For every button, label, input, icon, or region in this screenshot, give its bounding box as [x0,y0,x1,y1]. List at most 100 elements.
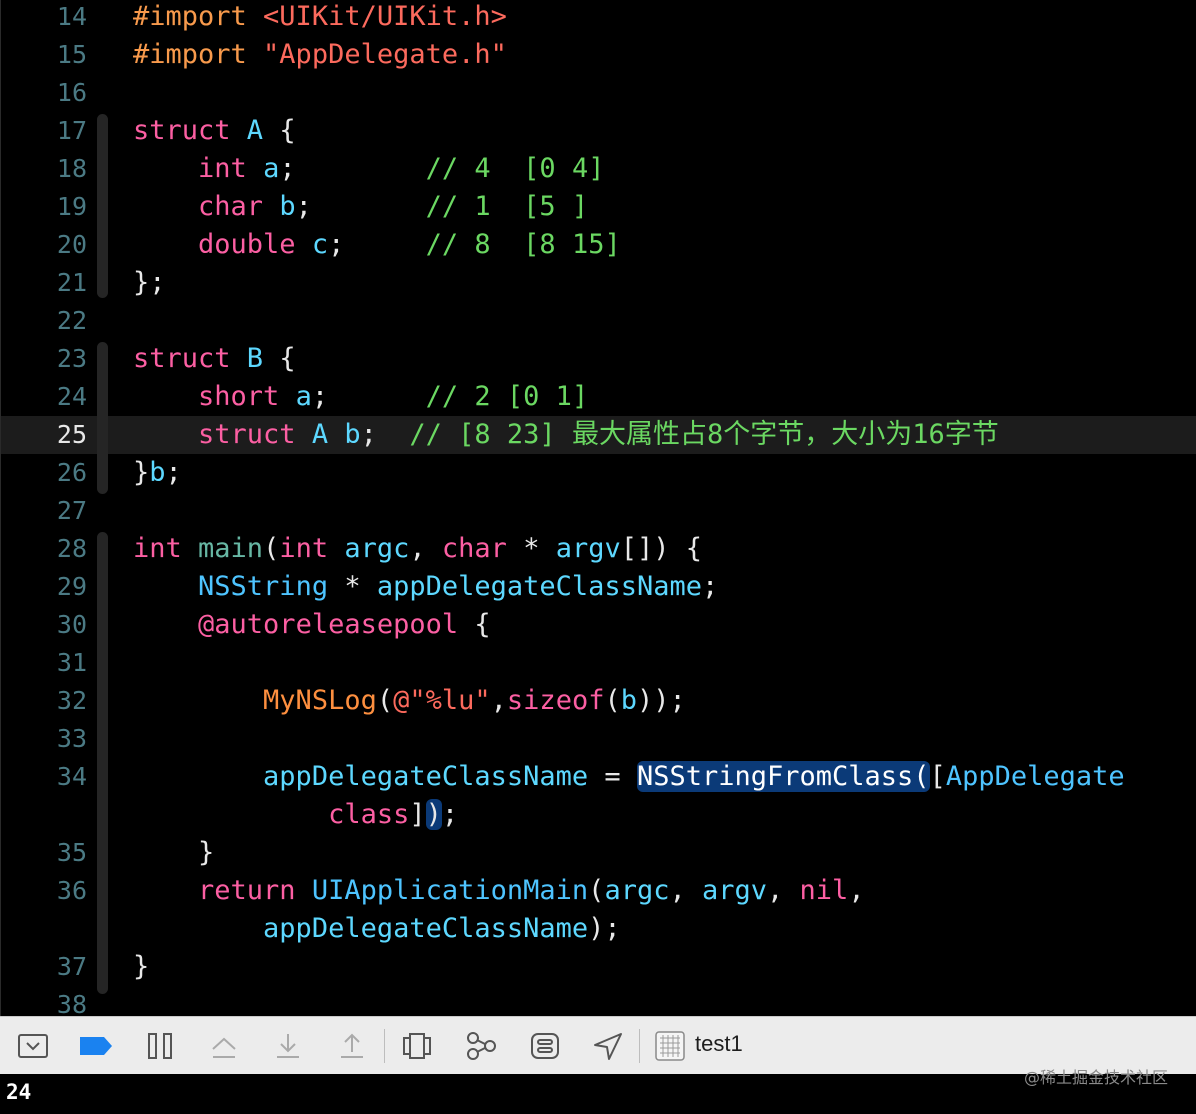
code-token: [ [929,761,946,792]
code-line[interactable]: 36 return UIApplicationMain(argc, argv, … [1,872,1196,910]
code-token: class [328,799,410,830]
code-line[interactable]: 37} [1,948,1196,986]
code-line[interactable]: class]); [1,796,1196,834]
code-token: } [133,837,215,868]
memory-graph-icon[interactable] [461,1027,501,1065]
code-line[interactable]: 17 struct A { [1,112,1196,150]
code-token: #import [133,1,264,32]
code-token: } [133,457,150,488]
line-number[interactable]: 33 [1,720,87,758]
code-line[interactable]: 22 [1,302,1196,340]
code-line[interactable]: 16 [1,74,1196,112]
code-line[interactable]: 32 MyNSLog(@"%lu",sizeof(b)); [1,682,1196,720]
line-number[interactable]: 37 [1,948,87,986]
line-number[interactable]: 25 [1,416,87,454]
code-token: , [767,875,800,906]
code-token: ; [311,381,426,412]
code-line[interactable]: appDelegateClassName); [1,910,1196,948]
line-number[interactable]: 19 [1,188,87,226]
code-token: sizeof [506,685,605,716]
line-number[interactable]: 16 [1,74,87,112]
scheme-target-icon[interactable] [650,1027,690,1065]
console-output: 24 [6,1080,32,1104]
line-number[interactable]: 38 [1,986,87,1016]
code-token: @"%lu" [393,685,491,716]
code-line[interactable]: 24 short a; // 2 [0 1] [1,378,1196,416]
code-token: appDelegateClassName [263,761,605,792]
code-line[interactable]: 19 char b; // 1 [5 ] [1,188,1196,226]
line-number[interactable]: 26 [1,454,87,492]
code-line[interactable]: 14 #import <UIKit/UIKit.h> [1,0,1196,36]
code-token: , [848,875,865,906]
code-line[interactable]: 26}b; [1,454,1196,492]
line-number[interactable]: 28 [1,530,87,568]
code-line[interactable]: 34 appDelegateClassName = NSStringFromCl… [1,758,1196,796]
code-token: { [279,115,296,146]
location-icon[interactable] [588,1027,628,1065]
line-number[interactable]: 24 [1,378,87,416]
step-into-icon[interactable] [268,1027,308,1065]
pause-icon[interactable] [140,1027,180,1065]
code-token: { [279,343,296,374]
step-out-icon[interactable] [332,1027,372,1065]
breakpoints-toggle-icon[interactable] [76,1027,116,1065]
debug-console[interactable]: 24 [0,1074,1196,1114]
scheme-target-name[interactable]: test1 [695,1031,743,1057]
line-number[interactable]: 36 [1,872,87,910]
code-line[interactable]: 35 } [1,834,1196,872]
line-number[interactable]: 21 [1,264,87,302]
code-text: int main(int argc, char * argv[]) { [133,530,702,568]
code-line[interactable]: 28 int main(int argc, char * argv[]) { [1,530,1196,568]
code-line[interactable]: 33 [1,720,1196,758]
line-number[interactable]: 18 [1,150,87,188]
line-number[interactable]: 15 [1,36,87,74]
line-number[interactable]: 14 [1,0,87,36]
fold-ribbon-struct-a[interactable] [97,114,108,298]
line-number[interactable]: 23 [1,340,87,378]
code-line[interactable]: 27 [1,492,1196,530]
code-line[interactable]: 15 #import "AppDelegate.h" [1,36,1196,74]
code-token: ] [409,799,426,830]
fold-ribbon-main[interactable] [97,532,108,994]
line-number[interactable]: 22 [1,302,87,340]
code-token: ; [360,419,410,450]
code-line[interactable]: 30 @autoreleasepool { [1,606,1196,644]
line-number[interactable]: 27 [1,492,87,530]
code-text: MyNSLog(@"%lu",sizeof(b)); [133,682,686,720]
line-number[interactable]: 30 [1,606,87,644]
code-line-current[interactable]: 25 struct A b; // [8 23] 最大属性占8个字节，大小为16… [1,416,1196,454]
code-token: , [490,685,507,716]
source-editor[interactable]: 14 #import <UIKit/UIKit.h> 15 #import "AppD… [0,0,1196,1016]
code-line[interactable]: 21}; [1,264,1196,302]
code-line[interactable]: 38 [1,986,1196,1016]
line-number[interactable]: 20 [1,226,87,264]
line-number[interactable]: 29 [1,568,87,606]
line-number[interactable]: 35 [1,834,87,872]
code-line[interactable]: 29 NSString * appDelegateClassName; [1,568,1196,606]
view-debugger-icon[interactable] [397,1027,437,1065]
code-token: )); [637,685,686,716]
line-number[interactable]: 32 [1,682,87,720]
code-token: argc [604,875,670,906]
fold-ribbon-struct-b[interactable] [97,342,108,494]
code-line[interactable]: 20 double c; // 8 [8 15] [1,226,1196,264]
code-token: int [279,533,345,564]
code-line[interactable]: 31 [1,644,1196,682]
hide-debug-area-icon[interactable] [13,1027,53,1065]
line-number[interactable]: 17 [1,112,87,150]
code-text: appDelegateClassName = NSStringFromClass… [133,758,1125,796]
code-text: double c; // 8 [8 15] [133,226,621,264]
code-token: ; [441,799,459,830]
code-token: argv [555,533,621,564]
code-line[interactable]: 23 struct B { [1,340,1196,378]
step-over-icon[interactable] [204,1027,244,1065]
code-line[interactable]: 18 int a; // 4 [0 4] [1,150,1196,188]
code-token: ) [425,799,442,830]
line-number[interactable]: 34 [1,758,87,796]
code-token: ; [279,153,426,184]
environment-overrides-icon[interactable] [525,1027,565,1065]
code-text: #import <UIKit/UIKit.h> [133,0,507,36]
line-number[interactable]: 31 [1,644,87,682]
